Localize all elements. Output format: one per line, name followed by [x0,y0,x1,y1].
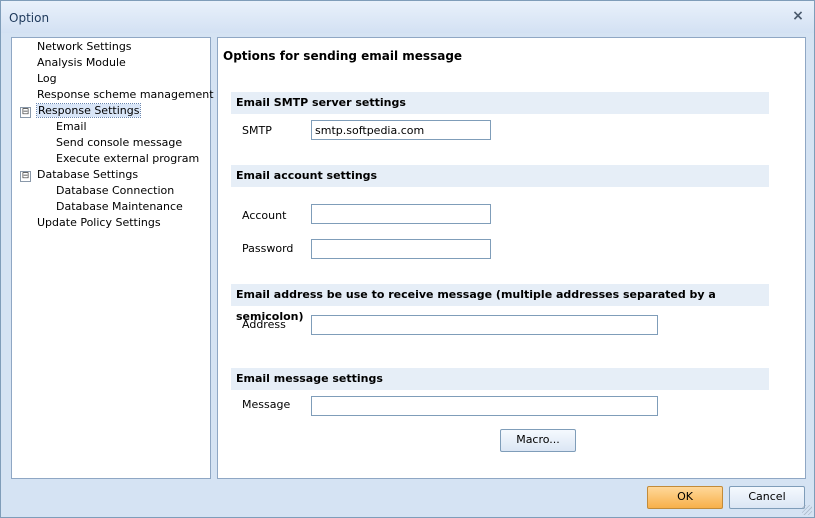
tree-item-database-settings[interactable]: Database Settings [37,167,138,183]
tree-item-label: Analysis Module [37,56,126,69]
collapse-icon[interactable]: ⊟ [20,171,31,182]
tree-item-response-settings[interactable]: Response Settings [35,103,142,119]
email-options-panel: Options for sending email message Email … [217,37,806,479]
section-account-settings: Email account settings [231,165,769,187]
tree-item-label: Database Maintenance [56,200,183,213]
message-input[interactable] [311,396,658,416]
tree-item-label: Response scheme management [37,88,214,101]
tree-item-network-settings[interactable]: Network Settings [37,39,132,55]
smtp-label: SMTP [242,124,272,137]
close-icon[interactable]: × [790,7,806,25]
message-label: Message [242,398,291,411]
resize-grip[interactable] [802,505,812,515]
settings-tree: Network Settings Analysis Module Log Res… [11,37,214,479]
tree-item-log[interactable]: Log [37,71,57,87]
tree-item-label: Update Policy Settings [37,216,161,229]
account-label: Account [242,209,287,222]
section-email-address: Email address be use to receive message … [231,284,769,323]
tree-item-email[interactable]: Email [56,119,87,135]
tree-item-label: Database Settings [37,168,139,181]
panel-title: Options for sending email message [223,49,463,63]
section-smtp-settings: Email SMTP server settings [231,92,769,114]
section-message-settings: Email message settings [231,368,769,390]
tree-item-label: Execute external program [56,152,200,165]
option-dialog: Option × Network Settings Analysis Modul… [0,0,815,518]
title-bar[interactable]: Option × [1,1,814,33]
account-input[interactable] [311,204,491,224]
tree-item-send-console-message[interactable]: Send console message [56,135,182,151]
tree-item-database-maintenance[interactable]: Database Maintenance [56,199,183,215]
cancel-button[interactable]: Cancel [729,486,805,509]
tree-item-response-scheme-management[interactable]: Response scheme management [37,87,214,103]
window-title: Option [9,11,50,25]
tree-item-database-connection[interactable]: Database Connection [56,183,174,199]
address-label: Address [242,318,286,331]
password-label: Password [242,242,294,255]
tree-item-label: Log [37,72,57,85]
tree-item-label: Database Connection [56,184,175,197]
macro-button[interactable]: Macro... [500,429,576,452]
ok-button[interactable]: OK [647,486,723,509]
smtp-input[interactable] [311,120,491,140]
tree-item-label: Response Settings [35,103,142,118]
password-input[interactable] [311,239,491,259]
tree-item-execute-external-program[interactable]: Execute external program [56,151,199,167]
tree-item-update-policy-settings[interactable]: Update Policy Settings [37,215,161,231]
tree-item-analysis-module[interactable]: Analysis Module [37,55,126,71]
collapse-icon[interactable]: ⊟ [20,107,31,118]
tree-item-label: Email [56,120,87,133]
address-input[interactable] [311,315,658,335]
tree-item-label: Send console message [56,136,183,149]
tree-item-label: Network Settings [37,40,132,53]
